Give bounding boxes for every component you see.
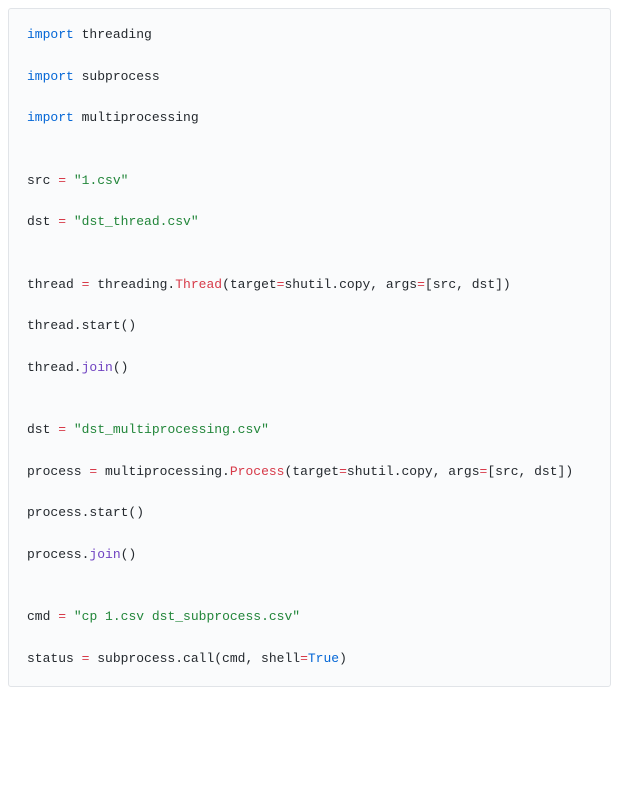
text <box>66 422 74 437</box>
blank-line <box>27 87 592 108</box>
blank-line <box>27 337 592 358</box>
code-line-process-create: process = multiprocessing.Process(target… <box>27 462 592 483</box>
code-line-subprocess-call: status = subprocess.call(cmd, shell=True… <box>27 649 592 670</box>
text: multiprocessing. <box>97 464 230 479</box>
code-line-dst-thread: dst = "dst_thread.csv" <box>27 212 592 233</box>
text: thread.start() <box>27 318 136 333</box>
text: (target <box>284 464 339 479</box>
code-block: import threading import subprocess impor… <box>8 8 611 687</box>
var-name: src <box>27 173 58 188</box>
blank-line <box>27 628 592 649</box>
string-literal: "dst_thread.csv" <box>74 214 199 229</box>
text: () <box>121 547 137 562</box>
code-line-thread-join: thread.join() <box>27 358 592 379</box>
var-name: cmd <box>27 609 58 624</box>
text: process.start() <box>27 505 144 520</box>
var-name: status <box>27 651 82 666</box>
var-name: thread <box>27 277 82 292</box>
blank-line <box>27 150 592 171</box>
blank-line <box>27 566 592 587</box>
method-name: join <box>82 360 113 375</box>
blank-line <box>27 399 592 420</box>
string-literal: "1.csv" <box>74 173 129 188</box>
keyword-import: import <box>27 69 74 84</box>
blank-line <box>27 46 592 67</box>
blank-line <box>27 233 592 254</box>
text: [src, dst]) <box>425 277 511 292</box>
text: () <box>113 360 129 375</box>
operator: = <box>58 422 66 437</box>
text <box>66 609 74 624</box>
text: (target <box>222 277 277 292</box>
text: threading. <box>89 277 175 292</box>
code-line-dst-multiprocessing: dst = "dst_multiprocessing.csv" <box>27 420 592 441</box>
boolean-literal: True <box>308 651 339 666</box>
text: [src, dst]) <box>487 464 573 479</box>
blank-line <box>27 587 592 608</box>
blank-line <box>27 379 592 400</box>
class-name: Process <box>230 464 285 479</box>
module-name: threading <box>74 27 152 42</box>
text <box>66 214 74 229</box>
operator: = <box>417 277 425 292</box>
code-line-process-start: process.start() <box>27 503 592 524</box>
code-line-cmd-assign: cmd = "cp 1.csv dst_subprocess.csv" <box>27 607 592 628</box>
code-line-src-assign: src = "1.csv" <box>27 171 592 192</box>
keyword-import: import <box>27 110 74 125</box>
blank-line <box>27 129 592 150</box>
code-line-import-subprocess: import subprocess <box>27 67 592 88</box>
string-literal: "cp 1.csv dst_subprocess.csv" <box>74 609 300 624</box>
text <box>66 173 74 188</box>
blank-line <box>27 441 592 462</box>
var-name: dst <box>27 214 58 229</box>
keyword-import: import <box>27 27 74 42</box>
code-line-thread-create: thread = threading.Thread(target=shutil.… <box>27 275 592 296</box>
code-line-import-threading: import threading <box>27 25 592 46</box>
blank-line <box>27 524 592 545</box>
blank-line <box>27 191 592 212</box>
operator: = <box>339 464 347 479</box>
text: subprocess.call(cmd, shell <box>89 651 300 666</box>
var-name: process <box>27 464 89 479</box>
class-name: Thread <box>175 277 222 292</box>
operator: = <box>300 651 308 666</box>
text: process. <box>27 547 89 562</box>
operator: = <box>58 609 66 624</box>
code-line-import-multiprocessing: import multiprocessing <box>27 108 592 129</box>
var-name: dst <box>27 422 58 437</box>
code-line-thread-start: thread.start() <box>27 316 592 337</box>
operator: = <box>58 214 66 229</box>
text: ) <box>339 651 347 666</box>
blank-line <box>27 483 592 504</box>
module-name: subprocess <box>74 69 160 84</box>
string-literal: "dst_multiprocessing.csv" <box>74 422 269 437</box>
text: thread. <box>27 360 82 375</box>
text: shutil.copy, args <box>347 464 480 479</box>
method-name: join <box>89 547 120 562</box>
operator: = <box>58 173 66 188</box>
blank-line <box>27 295 592 316</box>
module-name: multiprocessing <box>74 110 199 125</box>
text: shutil.copy, args <box>284 277 417 292</box>
code-line-process-join: process.join() <box>27 545 592 566</box>
blank-line <box>27 254 592 275</box>
